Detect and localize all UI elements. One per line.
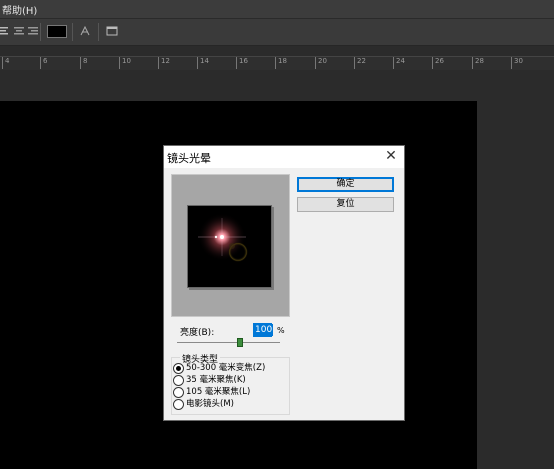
- toolbar-divider: [40, 23, 41, 41]
- lens-option-label: 电影镜头(M): [186, 399, 234, 409]
- lens-option-zoom[interactable]: 50-300 毫米变焦(Z): [173, 363, 303, 374]
- brightness-slider-track[interactable]: [177, 342, 280, 343]
- radio-button[interactable]: [173, 387, 184, 398]
- ruler-label: 30: [511, 57, 523, 69]
- ruler-label: 18: [275, 57, 287, 69]
- radio-button[interactable]: [173, 399, 184, 410]
- brightness-value: 100: [254, 324, 274, 336]
- align-left-icon[interactable]: [0, 25, 12, 37]
- lens-option-label: 35 毫米聚焦(K): [186, 375, 246, 385]
- lens-option-movie[interactable]: 电影镜头(M): [173, 399, 303, 410]
- menu-help[interactable]: 帮助(H): [2, 2, 37, 17]
- lens-option-label: 105 毫米聚焦(L): [186, 387, 251, 397]
- radio-button[interactable]: [173, 363, 184, 374]
- ruler-label: 14: [197, 57, 209, 69]
- ruler-label: 16: [236, 57, 248, 69]
- horizontal-ruler: 4 6 8 10 12 14 16 18 20 22 24 26 28 30: [0, 56, 554, 71]
- brightness-label: 亮度(B):: [180, 328, 215, 338]
- options-bar: [0, 18, 554, 46]
- brightness-unit: %: [277, 326, 285, 335]
- ruler-label: 12: [158, 57, 170, 69]
- text-color-swatch[interactable]: [47, 25, 67, 38]
- ruler-label: 28: [472, 57, 484, 69]
- ruler-label: 20: [315, 57, 327, 69]
- ruler-label: 8: [80, 57, 87, 69]
- menu-bar: 帮助(H): [0, 0, 554, 18]
- ruler-label: 22: [354, 57, 366, 69]
- brightness-slider-thumb[interactable]: [236, 338, 243, 347]
- lens-flare-graphic: [188, 206, 271, 287]
- reset-button[interactable]: 复位: [297, 197, 394, 212]
- radio-button[interactable]: [173, 375, 184, 386]
- lens-option-35mm[interactable]: 35 毫米聚焦(K): [173, 375, 303, 386]
- ok-button[interactable]: 确定: [297, 177, 394, 192]
- lens-option-label: 50-300 毫米变焦(Z): [186, 363, 266, 373]
- ruler-label: 6: [40, 57, 47, 69]
- lens-flare-dialog: 镜头光晕 ✕ 确定 复位 亮度(B): 100 % 镜头类型 50-300 毫米…: [163, 145, 405, 421]
- toolbar-divider: [72, 23, 73, 41]
- brightness-input[interactable]: 100: [253, 323, 274, 337]
- ruler-label: 24: [393, 57, 405, 69]
- close-icon[interactable]: ✕: [384, 148, 398, 164]
- align-center-icon[interactable]: [13, 25, 25, 37]
- ruler-label: 4: [2, 57, 9, 69]
- lens-option-105mm[interactable]: 105 毫米聚焦(L): [173, 387, 303, 398]
- warp-text-icon[interactable]: [79, 25, 91, 37]
- ruler-label: 10: [119, 57, 131, 69]
- flare-preview-image[interactable]: [187, 205, 272, 288]
- ruler-label: 26: [432, 57, 444, 69]
- dialog-title: 镜头光晕: [167, 152, 211, 165]
- preview-area: [171, 174, 290, 317]
- dialog-titlebar[interactable]: 镜头光晕 ✕: [164, 146, 404, 168]
- align-right-icon[interactable]: [26, 25, 38, 37]
- panel-toggle-icon[interactable]: [106, 25, 118, 37]
- toolbar-divider: [98, 23, 99, 41]
